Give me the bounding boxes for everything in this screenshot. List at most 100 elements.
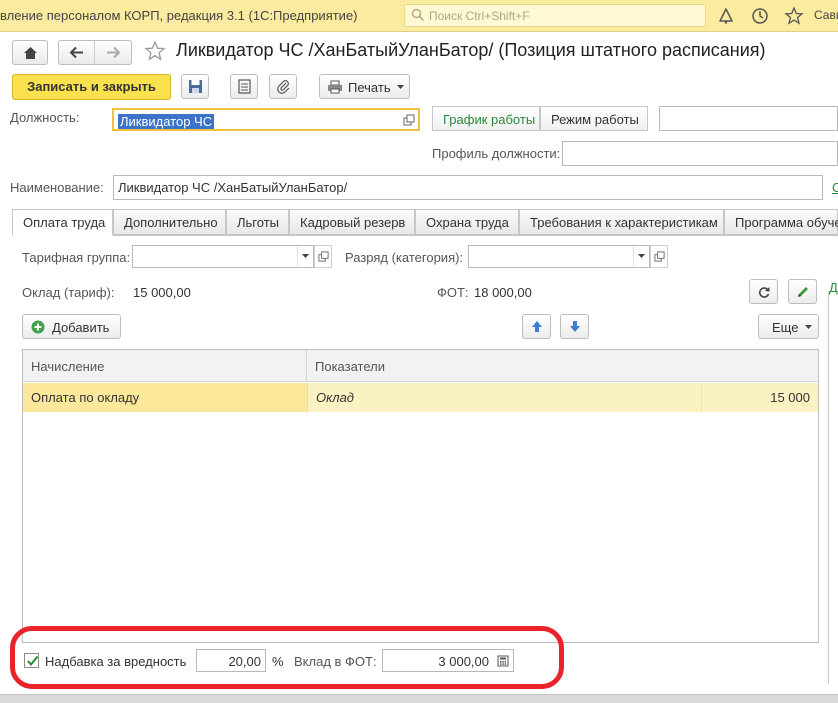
position-label: Должность:: [10, 110, 80, 125]
print-button[interactable]: Печать: [319, 74, 410, 99]
history-nav-group: [58, 40, 132, 65]
global-search[interactable]: Поиск Ctrl+Shift+F: [404, 4, 706, 27]
more-label: Еще: [772, 320, 799, 335]
tab-requirements-label: Требования к характеристикам: [530, 215, 718, 230]
window-bottom-edge: [0, 694, 838, 703]
chevron-down-icon: [805, 325, 812, 329]
accrual-cell-text: Оплата по окладу: [31, 390, 140, 405]
name-field[interactable]: Ликвидатор ЧС /ХанБатыйУланБатор/: [113, 175, 823, 200]
arrow-up-icon: [532, 321, 542, 332]
chevron-down-icon: [638, 254, 645, 258]
save-button[interactable]: [181, 74, 209, 99]
indicator-cell[interactable]: Оклад: [307, 383, 701, 412]
print-label: Печать: [348, 80, 391, 95]
tab-requirements[interactable]: Требования к характеристикам: [519, 209, 724, 235]
position-value: Ликвидатор ЧС: [118, 114, 215, 129]
favorites-star-icon[interactable]: [784, 6, 804, 26]
tab-additional-label: Дополнительно: [124, 215, 218, 230]
arrow-left-icon: [69, 46, 83, 59]
tariff-group-field[interactable]: [132, 245, 314, 268]
column-header-accrual-label: Начисление: [31, 359, 105, 374]
salary-label: Оклад (тариф):: [22, 285, 115, 300]
grade-field[interactable]: [468, 245, 650, 268]
chevron-down-icon: [397, 85, 404, 89]
work-schedule-link-label: График работы: [443, 112, 536, 127]
column-header-indicators[interactable]: Показатели: [307, 350, 818, 382]
forward-button[interactable]: [96, 41, 132, 64]
profile-label: Профиль должности:: [432, 146, 561, 161]
add-label: Добавить: [52, 320, 110, 335]
work-mode-label: Режим работы: [551, 112, 639, 127]
grade-open-button[interactable]: [650, 245, 668, 268]
tariff-group-label: Тарифная группа:: [22, 250, 131, 265]
chevron-down-icon: [302, 254, 309, 258]
tab-labor-protection-label: Охрана труда: [426, 215, 509, 230]
recalculate-button[interactable]: [749, 279, 778, 304]
tab-benefits-label: Льготы: [237, 215, 280, 230]
pencil-icon: [798, 287, 808, 297]
grade-dropdown[interactable]: [633, 246, 649, 267]
bell-icon[interactable]: [716, 6, 736, 26]
tab-benefits[interactable]: Льготы: [226, 209, 289, 235]
add-button[interactable]: Добавить: [22, 314, 121, 339]
work-mode-button[interactable]: Режим работы: [540, 106, 648, 131]
tabs-baseline: [12, 235, 838, 236]
document-list-icon: [238, 79, 251, 94]
tab-payment-label: Оплата труда: [23, 215, 106, 230]
floppy-disk-icon: [189, 80, 202, 93]
name-side-link[interactable]: С: [832, 180, 838, 195]
tariff-group-open-button[interactable]: [314, 245, 332, 268]
tab-personnel-reserve[interactable]: Кадровый резерв: [289, 209, 415, 235]
move-up-button[interactable]: [522, 314, 551, 339]
tab-personnel-reserve-label: Кадровый резерв: [300, 215, 406, 230]
tab-labor-protection[interactable]: Охрана труда: [415, 209, 519, 235]
more-button[interactable]: Еще: [758, 314, 819, 339]
indicator-value-text: 15 000: [770, 390, 810, 405]
home-icon: [24, 47, 37, 59]
move-down-button[interactable]: [560, 314, 589, 339]
title-bar: вление персоналом КОРП, редакция 3.1 (1С…: [0, 0, 838, 32]
red-highlight-annotation: [10, 626, 564, 689]
document-list-button[interactable]: [230, 74, 258, 99]
history-icon[interactable]: [750, 6, 770, 26]
tab-payment[interactable]: Оплата труда: [12, 209, 113, 236]
app-title: вление персоналом КОРП, редакция 3.1 (1С…: [0, 8, 358, 23]
open-form-icon: [654, 251, 665, 262]
table-row[interactable]: Оплата по окладу Оклад 15 000: [23, 383, 818, 412]
refresh-icon: [758, 287, 770, 298]
work-schedule-link[interactable]: График работы: [432, 106, 540, 131]
tab-training-program[interactable]: Программа обучен: [724, 209, 838, 235]
user-name: Сави: [814, 8, 838, 22]
plus-circle-icon: [31, 320, 45, 334]
save-and-close-button[interactable]: Записать и закрыть: [12, 74, 171, 100]
position-field[interactable]: Ликвидатор ЧС: [112, 108, 420, 131]
fot-value: 18 000,00: [474, 285, 532, 300]
tab-strip: Оплата труда Дополнительно Льготы Кадров…: [12, 209, 838, 236]
paperclip-icon: [277, 80, 290, 94]
open-form-icon[interactable]: [403, 114, 415, 126]
table-header: Начисление Показатели: [23, 350, 818, 382]
back-button[interactable]: [59, 41, 95, 64]
tariff-group-dropdown[interactable]: [297, 246, 313, 267]
tab-additional[interactable]: Дополнительно: [113, 209, 226, 235]
arrow-right-icon: [107, 46, 121, 59]
grade-label: Разряд (категория):: [345, 250, 464, 265]
salary-value: 15 000,00: [133, 285, 191, 300]
profile-field[interactable]: [562, 141, 838, 166]
work-schedule-field[interactable]: [659, 106, 838, 131]
column-header-indicators-label: Показатели: [315, 359, 385, 374]
page-title: Ликвидатор ЧС /ХанБатыйУланБатор/ (Позиц…: [176, 40, 766, 60]
printer-icon: [328, 80, 342, 94]
edit-button[interactable]: [788, 279, 817, 304]
name-label: Наименование:: [10, 180, 104, 195]
indicator-value-cell[interactable]: 15 000: [701, 383, 818, 412]
home-button[interactable]: [12, 40, 48, 65]
fot-label: ФОТ:: [437, 285, 469, 300]
open-form-icon: [318, 251, 329, 262]
tab-training-program-label: Программа обучен: [735, 215, 838, 230]
attach-file-button[interactable]: [269, 74, 297, 99]
bookmark-star-icon[interactable]: [144, 40, 166, 62]
name-value: Ликвидатор ЧС /ХанБатыйУланБатор/: [118, 180, 348, 195]
accrual-cell[interactable]: Оплата по окладу: [23, 383, 307, 412]
column-header-accrual[interactable]: Начисление: [23, 350, 307, 382]
